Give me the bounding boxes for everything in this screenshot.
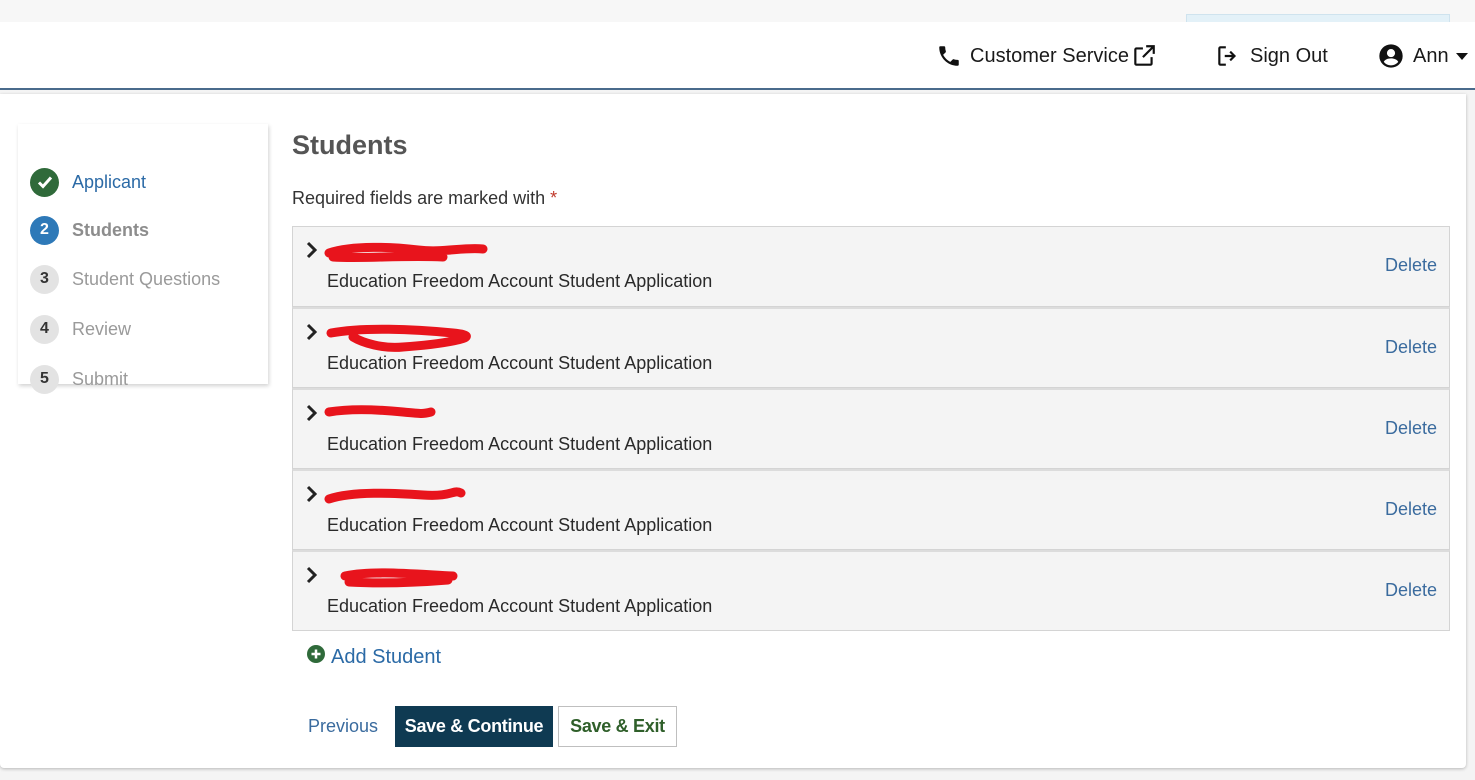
student-subtitle: Education Freedom Account Student Applic… (327, 515, 713, 535)
add-student-button[interactable]: Add Student (307, 645, 441, 669)
chevron-right-icon (305, 485, 319, 508)
external-link-icon (1131, 43, 1157, 69)
redaction-scribble (323, 562, 473, 597)
plus-circle-icon (307, 645, 325, 669)
redaction-scribble (323, 400, 443, 431)
user-menu[interactable]: Ann (1377, 22, 1469, 90)
step-label: Student Questions (72, 268, 221, 289)
student-list: Education Freedom Account Student Applic… (292, 226, 1450, 631)
redaction-scribble (323, 237, 493, 272)
delete-student-link[interactable]: Delete (1385, 418, 1437, 439)
student-subtitle: Education Freedom Account Student Applic… (327, 271, 713, 291)
delete-student-link[interactable]: Delete (1385, 580, 1437, 601)
delete-student-link[interactable]: Delete (1385, 337, 1437, 358)
step-review[interactable]: 4 Review (30, 314, 131, 344)
page-title: Students (292, 130, 408, 160)
content-shell: Applicant 2 Students 3 Student Questions… (0, 94, 1466, 768)
step-label: Students (72, 219, 150, 240)
step-number: 4 (30, 314, 59, 344)
step-submit[interactable]: 5 Submit (30, 364, 128, 394)
student-row[interactable]: Education Freedom Account Student Applic… (292, 469, 1450, 550)
customer-service-label: Customer Service (970, 44, 1129, 67)
chevron-right-icon (305, 241, 319, 264)
student-row[interactable]: Education Freedom Account Student Applic… (292, 226, 1450, 307)
customer-service-link[interactable]: Customer Service (936, 22, 1157, 90)
chevron-right-icon (305, 566, 319, 589)
redaction-scribble (323, 481, 473, 516)
delete-student-link[interactable]: Delete (1385, 499, 1437, 520)
required-note: Required fields are marked with * (292, 188, 557, 209)
sign-out-label: Sign Out (1250, 44, 1328, 67)
save-exit-button[interactable]: Save & Exit (558, 706, 677, 747)
step-student-questions[interactable]: 3 Student Questions (30, 264, 220, 294)
chevron-right-icon (305, 404, 319, 427)
required-note-text: Required fields are marked with (292, 188, 546, 208)
caret-down-icon (1455, 51, 1469, 61)
student-subtitle: Education Freedom Account Student Applic… (327, 434, 713, 454)
previous-button[interactable]: Previous (308, 716, 378, 737)
check-circle-icon (30, 167, 59, 197)
step-students[interactable]: 2 Students (30, 215, 149, 245)
step-number: 3 (30, 264, 59, 294)
step-applicant[interactable]: Applicant (30, 167, 146, 197)
app-header: Customer Service Sign Out Ann (0, 22, 1475, 90)
step-label: Submit (72, 368, 129, 389)
user-name: Ann (1413, 44, 1449, 67)
account-circle-icon (1377, 42, 1405, 70)
add-student-label: Add Student (331, 645, 442, 668)
sign-out-link[interactable]: Sign Out (1214, 22, 1328, 90)
progress-stepper: Applicant 2 Students 3 Student Questions… (18, 124, 268, 394)
save-continue-button[interactable]: Save & Continue (395, 706, 553, 747)
required-star: * (550, 188, 558, 208)
phone-icon (936, 43, 962, 69)
sign-out-icon (1214, 43, 1242, 69)
student-row[interactable]: Education Freedom Account Student Applic… (292, 307, 1450, 388)
delete-student-link[interactable]: Delete (1385, 255, 1437, 276)
student-row[interactable]: Education Freedom Account Student Applic… (292, 388, 1450, 469)
step-label: Applicant (72, 171, 147, 192)
student-subtitle: Education Freedom Account Student Applic… (327, 353, 713, 373)
student-row[interactable]: Education Freedom Account Student Applic… (292, 550, 1450, 631)
step-number: 5 (30, 364, 59, 394)
student-subtitle: Education Freedom Account Student Applic… (327, 596, 713, 616)
step-number: 2 (30, 215, 59, 245)
step-label: Review (72, 318, 132, 339)
chevron-right-icon (305, 323, 319, 346)
